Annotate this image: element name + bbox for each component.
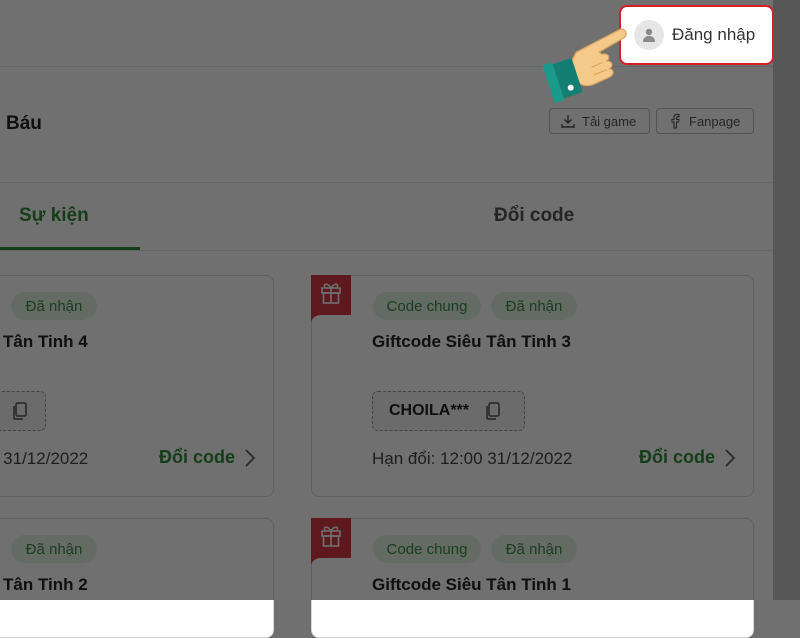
code-box[interactable] — [0, 391, 46, 431]
chevron-right-icon — [245, 448, 256, 467]
login-label: Đăng nhập — [672, 25, 756, 44]
download-game-button[interactable]: Tải game — [549, 108, 650, 134]
gift-code: CHOILA*** — [389, 402, 470, 419]
expiry-text: Hạn đổi: 12:00 31/12/2022 — [372, 449, 573, 468]
status-badge: Đã nhận — [11, 535, 97, 563]
gift-icon — [311, 275, 351, 323]
status-badge: Đã nhận — [11, 292, 97, 320]
topbar-divider — [0, 66, 773, 67]
download-game-label: Tải game — [582, 113, 637, 129]
fanpage-label: Fanpage — [689, 113, 741, 129]
redeem-code-label: Đổi code — [639, 447, 716, 467]
tab-events[interactable]: Sự kiện — [19, 205, 89, 227]
giftcode-card: Đã nhận Tân Tinh 2 — [0, 518, 274, 638]
game-title: Báu — [6, 113, 42, 134]
code-type-badge: Code chung — [373, 535, 481, 563]
expiry-text: 0 31/12/2022 — [0, 449, 89, 468]
section-divider — [0, 182, 773, 183]
giftcode-card: Đã nhận Tân Tinh 4 0 31/12/2022 Đổi code — [0, 275, 274, 497]
pointing-hand-icon — [543, 28, 627, 103]
card-title: Giftcode Siêu Tân Tinh 3 — [372, 332, 571, 351]
card-title: Giftcode Siêu Tân Tinh 1 — [372, 575, 571, 594]
gift-icon — [311, 518, 351, 566]
fanpage-button[interactable]: Fanpage — [656, 108, 754, 134]
tabs-divider — [0, 250, 773, 251]
copy-icon[interactable] — [483, 401, 503, 421]
tab-redeem-code[interactable]: Đổi code — [494, 205, 574, 227]
redeem-code-link[interactable]: Đổi code — [159, 447, 256, 468]
card-title: Tân Tinh 2 — [3, 575, 88, 594]
status-badge: Đã nhận — [491, 535, 577, 563]
status-badge: Đã nhận — [491, 292, 577, 320]
giftcode-card: Code chung Đã nhận Giftcode Siêu Tân Tin… — [311, 275, 754, 497]
chevron-right-icon — [725, 448, 736, 467]
redeem-code-label: Đổi code — [159, 447, 236, 467]
download-icon — [561, 115, 575, 128]
page: Báu Tải game Fanpage Sự kiện Đổi code Đã… — [0, 0, 773, 638]
card-title: Tân Tinh 4 — [3, 332, 88, 351]
code-type-badge: Code chung — [373, 292, 481, 320]
code-box[interactable]: CHOILA*** — [372, 391, 525, 431]
facebook-icon — [671, 113, 680, 129]
scrollbar-track[interactable] — [773, 0, 800, 600]
copy-icon[interactable] — [10, 401, 30, 421]
giftcode-card: Code chung Đã nhận Giftcode Siêu Tân Tin… — [311, 518, 754, 638]
redeem-code-link[interactable]: Đổi code — [639, 447, 736, 468]
